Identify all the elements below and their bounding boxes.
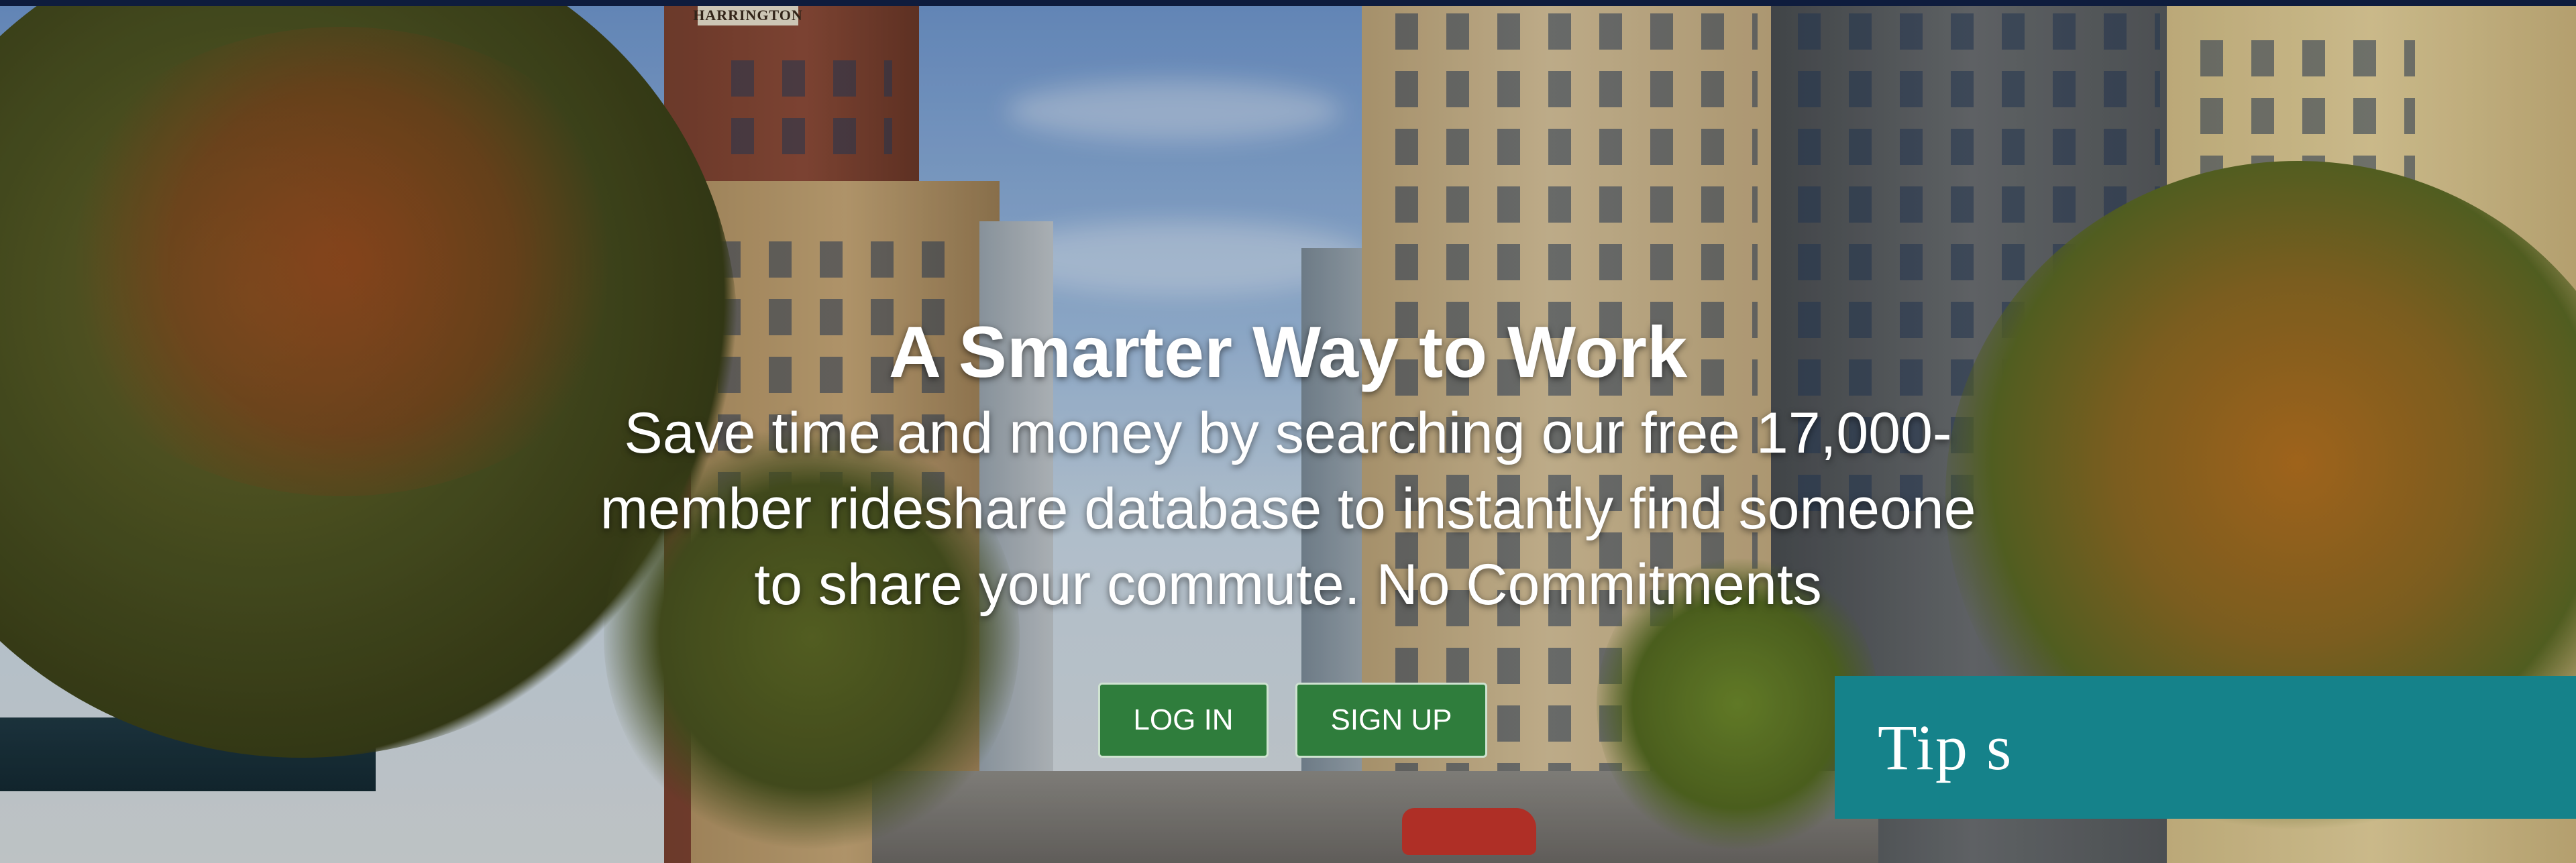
hero-banner: HARRINGTON A Smarter Way to Work Save ti… (0, 0, 2576, 863)
hero-subhead: Save time and money by searching our fre… (600, 401, 1976, 617)
auth-buttons: LOG IN SIGN UP (1098, 683, 1487, 758)
tips-panel[interactable]: Tip s (1835, 676, 2576, 819)
top-nav-bar (0, 0, 2576, 6)
signup-button[interactable]: SIGN UP (1295, 683, 1487, 758)
login-button[interactable]: LOG IN (1098, 683, 1269, 758)
hero-text: A Smarter Way to Work Save time and mone… (550, 308, 2026, 623)
hero-headline: A Smarter Way to Work (888, 311, 1688, 392)
tips-label: Tip s (1878, 711, 2013, 783)
